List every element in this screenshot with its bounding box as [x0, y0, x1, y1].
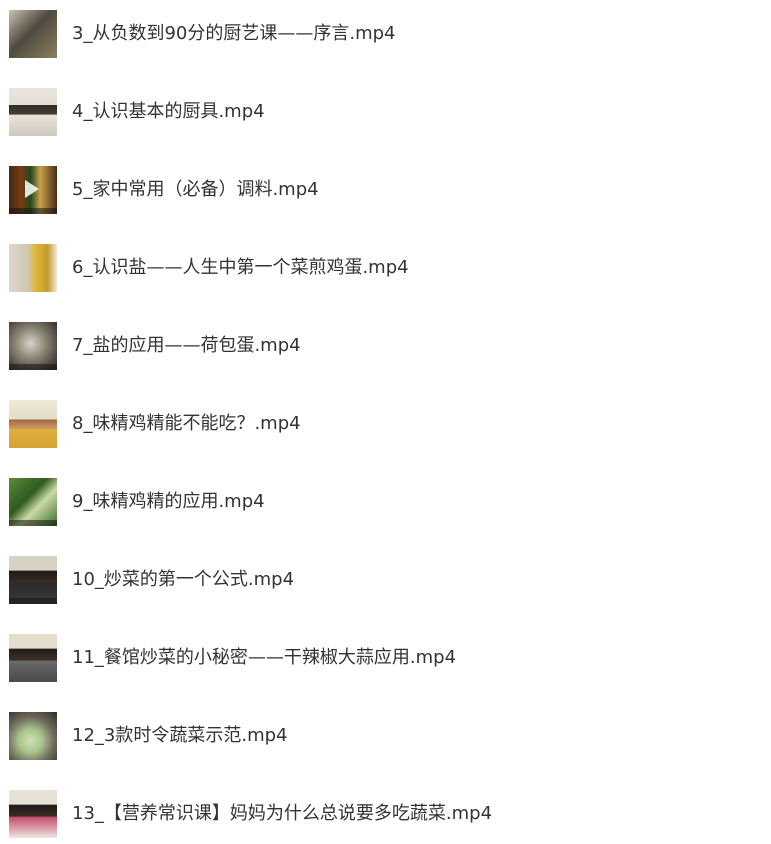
file-name: 8_味精鸡精能不能吃？.mp4 — [72, 413, 301, 434]
caption-strip — [9, 364, 57, 370]
file-name: 12_3款时令蔬菜示范.mp4 — [72, 725, 288, 746]
video-thumbnail — [9, 88, 57, 136]
file-name: 11_餐馆炒菜的小秘密——干辣椒大蒜应用.mp4 — [72, 647, 457, 668]
video-thumbnail — [9, 478, 57, 526]
file-name: 5_家中常用（必备）调料.mp4 — [72, 179, 319, 200]
file-item[interactable]: 9_味精鸡精的应用.mp4 — [9, 478, 265, 526]
file-item[interactable]: 5_家中常用（必备）调料.mp4 — [9, 166, 319, 214]
file-item[interactable]: 12_3款时令蔬菜示范.mp4 — [9, 712, 288, 760]
file-name: 6_认识盐——人生中第一个菜煎鸡蛋.mp4 — [72, 257, 409, 278]
video-thumbnail — [9, 10, 57, 58]
video-thumbnail — [9, 712, 57, 760]
caption-strip — [9, 520, 57, 526]
video-thumbnail — [9, 244, 57, 292]
file-name: 4_认识基本的厨具.mp4 — [72, 101, 265, 122]
video-file-list: 3_从负数到90分的厨艺课——序言.mp4 4_认识基本的厨具.mp4 5_家中… — [0, 0, 771, 844]
file-name: 9_味精鸡精的应用.mp4 — [72, 491, 265, 512]
file-name: 13_【营养常识课】妈妈为什么总说要多吃蔬菜.mp4 — [72, 803, 493, 824]
file-item[interactable]: 13_【营养常识课】妈妈为什么总说要多吃蔬菜.mp4 — [9, 790, 492, 838]
file-item[interactable]: 10_炒菜的第一个公式.mp4 — [9, 556, 294, 604]
video-thumbnail — [9, 322, 57, 370]
file-name: 7_盐的应用——荷包蛋.mp4 — [72, 335, 301, 356]
file-name: 3_从负数到90分的厨艺课——序言.mp4 — [72, 23, 396, 44]
file-item[interactable]: 6_认识盐——人生中第一个菜煎鸡蛋.mp4 — [9, 244, 409, 292]
video-thumbnail — [9, 790, 57, 838]
video-thumbnail — [9, 556, 57, 604]
file-item[interactable]: 7_盐的应用——荷包蛋.mp4 — [9, 322, 301, 370]
caption-strip — [9, 208, 57, 214]
file-item[interactable]: 11_餐馆炒菜的小秘密——干辣椒大蒜应用.mp4 — [9, 634, 456, 682]
file-item[interactable]: 3_从负数到90分的厨艺课——序言.mp4 — [9, 10, 396, 58]
caption-strip — [9, 598, 57, 604]
video-thumbnail — [9, 166, 57, 214]
file-name: 10_炒菜的第一个公式.mp4 — [72, 569, 295, 590]
video-thumbnail — [9, 634, 57, 682]
file-item[interactable]: 8_味精鸡精能不能吃？.mp4 — [9, 400, 301, 448]
file-item[interactable]: 4_认识基本的厨具.mp4 — [9, 88, 265, 136]
video-thumbnail — [9, 400, 57, 448]
play-icon — [25, 180, 39, 198]
